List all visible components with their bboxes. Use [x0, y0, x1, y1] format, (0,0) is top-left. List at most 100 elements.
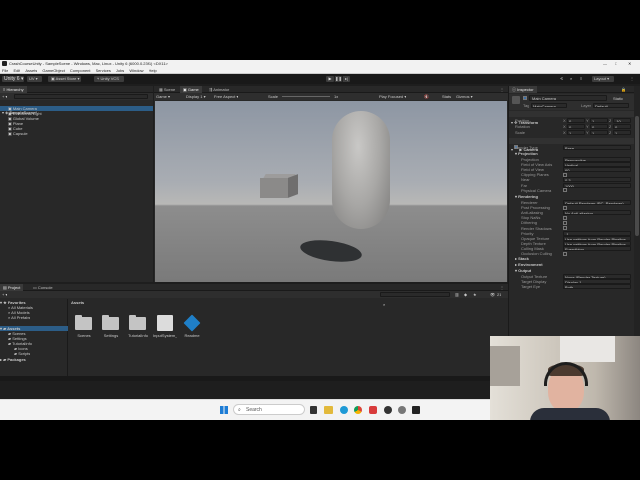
hierarchy-item[interactable]: ▣ Capsule: [0, 131, 153, 136]
project-tree-folder[interactable]: ▰ Scripts: [0, 351, 30, 356]
more-icon[interactable]: ⋮: [500, 285, 504, 290]
chrome-icon[interactable]: [354, 406, 362, 414]
property-checkbox[interactable]: [563, 251, 567, 256]
property-value-field[interactable]: 1000: [563, 182, 631, 188]
layers-icon[interactable]: ≡: [580, 76, 582, 81]
eye-icon[interactable]: 👁: [490, 292, 495, 297]
taskbar-search-input[interactable]: ⌕ Search: [233, 404, 305, 415]
step-button[interactable]: ▸|: [342, 76, 350, 82]
render-type-dropdown[interactable]: Base: [563, 145, 631, 150]
object-name-field[interactable]: Main Camera: [529, 95, 607, 101]
maximize-button[interactable]: □: [615, 61, 617, 66]
lock-icon[interactable]: 🔒: [621, 87, 626, 92]
vcs-button[interactable]: ⑂ Unity VCS: [94, 76, 124, 82]
tab-animator[interactable]: ⇶ Animator: [206, 86, 232, 93]
task-view-icon[interactable]: [310, 406, 317, 414]
output-section[interactable]: ▾ Output: [515, 268, 531, 273]
tab-game[interactable]: ▣ Game: [180, 86, 202, 93]
account-dropdown[interactable]: Unity 6 ▾: [2, 76, 24, 82]
environment-section[interactable]: ▸ Environment: [515, 262, 543, 267]
asset-item[interactable]: Settings: [99, 311, 123, 341]
windows-start-icon[interactable]: [220, 406, 228, 414]
property-checkbox[interactable]: [563, 205, 567, 210]
hierarchy-search-input[interactable]: ⌕: [14, 94, 148, 109]
asset-item[interactable]: Readme: [180, 311, 204, 341]
transform-z-field[interactable]: 1: [613, 130, 631, 135]
camera-header[interactable]: ▾ ▶ Camera: [509, 138, 634, 152]
menu-item-window[interactable]: Window: [129, 68, 143, 73]
menu-item-component[interactable]: Component: [70, 68, 91, 73]
menu-item-edit[interactable]: Edit: [13, 68, 20, 73]
layout-dropdown[interactable]: Layout ▾: [592, 76, 614, 82]
history-icon[interactable]: ⟲: [560, 76, 563, 81]
menu-item-services[interactable]: Services: [96, 68, 111, 73]
asset-store-button[interactable]: ▣ Asset Store ▾: [48, 76, 81, 82]
menu-item-jobs[interactable]: Jobs: [116, 68, 124, 73]
projection-section[interactable]: ▾ Projection: [515, 151, 538, 156]
property-value-field[interactable]: Both: [563, 284, 631, 290]
property-value-field[interactable]: Default Renderer (PC_Renderer): [563, 200, 631, 205]
pause-button[interactable]: ❚❚: [334, 76, 342, 82]
app-icon[interactable]: [369, 406, 377, 414]
cloud-button[interactable]: UV ▾: [27, 76, 42, 82]
property-value-field[interactable]: 0.3: [563, 177, 631, 183]
tab-inspector[interactable]: ⓘ Inspector: [509, 86, 537, 93]
packages-header[interactable]: ▸ ▰ Packages: [0, 357, 26, 362]
game-mode-dropdown[interactable]: Game ▾: [156, 94, 170, 99]
create-asset-button[interactable]: + ▾: [2, 292, 7, 297]
transform-x-field[interactable]: 0: [567, 118, 585, 123]
tag-dropdown[interactable]: MainCamera: [531, 103, 567, 108]
add-object-button[interactable]: + ▾: [2, 94, 7, 99]
active-checkbox[interactable]: [523, 96, 527, 100]
asset-item[interactable]: TutorialInfo: [126, 311, 150, 341]
inspector-scrollbar[interactable]: [634, 86, 640, 376]
mute-icon[interactable]: 🔇: [424, 94, 429, 99]
property-checkbox[interactable]: [563, 226, 567, 230]
star-icon[interactable]: ★: [473, 292, 477, 297]
property-value-field[interactable]: No Anti-aliasing: [563, 210, 631, 216]
settings-gear-icon[interactable]: [398, 406, 406, 414]
property-value-field[interactable]: Everything: [563, 245, 631, 251]
menu-item-gameobject[interactable]: GameObject: [42, 68, 64, 73]
tab-console[interactable]: ▭ Console: [30, 284, 56, 291]
transform-z-field[interactable]: 0: [613, 124, 631, 129]
label-icon[interactable]: ◆: [464, 292, 467, 297]
menu-item-help[interactable]: Help: [149, 68, 157, 73]
scale-slider[interactable]: [282, 96, 330, 97]
filter-icon[interactable]: ▥: [455, 292, 459, 297]
layer-dropdown[interactable]: Default: [593, 103, 629, 108]
menu-item-assets[interactable]: Assets: [25, 68, 37, 73]
transform-z-field[interactable]: -10: [613, 118, 631, 123]
play-focused-dropdown[interactable]: Play Focused ▾: [379, 94, 406, 99]
more-icon[interactable]: ⋮: [500, 87, 504, 92]
search-icon[interactable]: ⌕: [570, 76, 572, 81]
file-explorer-icon[interactable]: [324, 406, 333, 414]
game-view[interactable]: [155, 101, 507, 282]
property-value-field[interactable]: Use settings from Render Pipeline: [563, 235, 631, 241]
tab-scene[interactable]: ▦ Scene: [156, 86, 178, 93]
close-button[interactable]: ✕: [628, 61, 631, 66]
property-value-field[interactable]: 60: [563, 167, 631, 173]
stats-button[interactable]: Stats: [442, 94, 451, 99]
transform-x-field[interactable]: 1: [567, 130, 585, 135]
display-dropdown[interactable]: Display 1 ▾: [186, 94, 206, 99]
breadcrumb[interactable]: Assets: [71, 300, 84, 305]
obs-icon[interactable]: [384, 406, 392, 414]
menu-item-file[interactable]: File: [2, 68, 8, 73]
asset-item[interactable]: InputSystem_...: [153, 311, 177, 341]
unity-taskbar-icon[interactable]: [412, 406, 420, 414]
property-checkbox[interactable]: [563, 172, 567, 177]
transform-y-field[interactable]: 0: [590, 124, 608, 129]
rendering-section[interactable]: ▾ Rendering: [515, 194, 538, 199]
more-icon[interactable]: ⋮: [630, 76, 634, 81]
static-toggle[interactable]: Static: [613, 96, 623, 101]
transform-y-field[interactable]: 1: [590, 130, 608, 135]
property-checkbox[interactable]: [563, 215, 567, 220]
tab-project[interactable]: ▤ Project: [0, 284, 24, 291]
property-checkbox[interactable]: [563, 220, 567, 225]
property-value-field[interactable]: -1: [563, 230, 631, 236]
project-search-input[interactable]: ⌕: [380, 292, 450, 307]
stack-section[interactable]: ▸ Stack: [515, 256, 529, 261]
gizmos-dropdown[interactable]: Gizmos ▾: [456, 94, 473, 99]
aspect-dropdown[interactable]: Free Aspect ▾: [214, 94, 238, 99]
